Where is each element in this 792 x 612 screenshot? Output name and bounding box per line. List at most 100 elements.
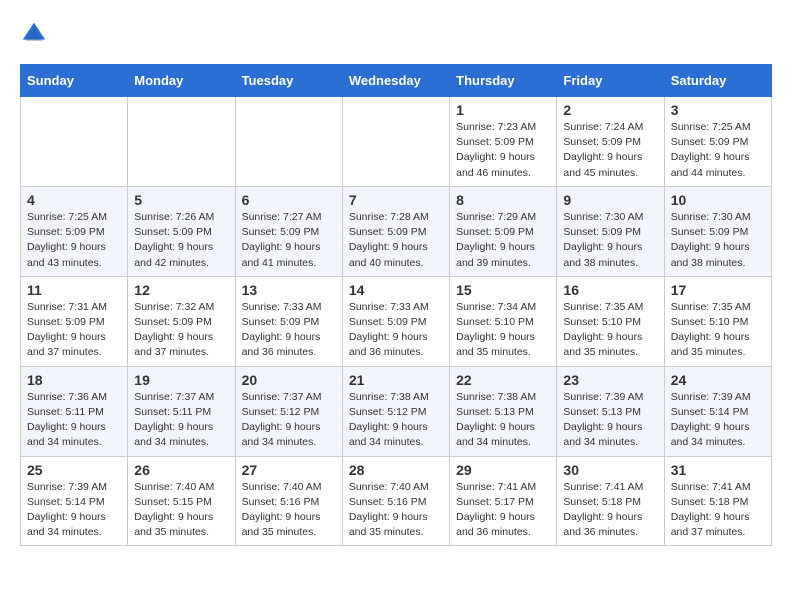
col-header-monday: Monday	[128, 65, 235, 97]
day-number: 20	[242, 372, 336, 388]
day-number: 2	[563, 102, 657, 118]
calendar-cell: 8 Sunrise: 7:29 AMSunset: 5:09 PMDaylight…	[450, 186, 557, 276]
calendar-cell: 9 Sunrise: 7:30 AMSunset: 5:09 PMDaylight…	[557, 186, 664, 276]
calendar-cell: 18 Sunrise: 7:36 AMSunset: 5:11 PMDayligh…	[21, 366, 128, 456]
col-header-sunday: Sunday	[21, 65, 128, 97]
day-number: 22	[456, 372, 550, 388]
day-info: Sunrise: 7:37 AMSunset: 5:11 PMDaylight:…	[134, 390, 228, 451]
calendar-cell: 15 Sunrise: 7:34 AMSunset: 5:10 PMDayligh…	[450, 276, 557, 366]
calendar-cell: 19 Sunrise: 7:37 AMSunset: 5:11 PMDayligh…	[128, 366, 235, 456]
calendar-cell: 16 Sunrise: 7:35 AMSunset: 5:10 PMDayligh…	[557, 276, 664, 366]
calendar-cell	[128, 97, 235, 187]
calendar-cell: 28 Sunrise: 7:40 AMSunset: 5:16 PMDayligh…	[342, 456, 449, 546]
day-number: 4	[27, 192, 121, 208]
day-number: 3	[671, 102, 765, 118]
day-number: 10	[671, 192, 765, 208]
day-info: Sunrise: 7:28 AMSunset: 5:09 PMDaylight:…	[349, 210, 443, 271]
calendar-cell	[235, 97, 342, 187]
day-info: Sunrise: 7:30 AMSunset: 5:09 PMDaylight:…	[671, 210, 765, 271]
day-info: Sunrise: 7:25 AMSunset: 5:09 PMDaylight:…	[27, 210, 121, 271]
day-number: 13	[242, 282, 336, 298]
day-info: Sunrise: 7:26 AMSunset: 5:09 PMDaylight:…	[134, 210, 228, 271]
col-header-friday: Friday	[557, 65, 664, 97]
day-number: 31	[671, 462, 765, 478]
day-number: 17	[671, 282, 765, 298]
day-number: 25	[27, 462, 121, 478]
calendar-cell: 20Sunrise: 7:37 AMSunset: 5:12 PMDayligh…	[235, 366, 342, 456]
day-info: Sunrise: 7:34 AMSunset: 5:10 PMDaylight:…	[456, 300, 550, 361]
day-info: Sunrise: 7:33 AMSunset: 5:09 PMDaylight:…	[242, 300, 336, 361]
calendar-cell: 7 Sunrise: 7:28 AMSunset: 5:09 PMDaylight…	[342, 186, 449, 276]
calendar-week-row: 18 Sunrise: 7:36 AMSunset: 5:11 PMDayligh…	[21, 366, 772, 456]
day-info: Sunrise: 7:24 AMSunset: 5:09 PMDaylight:…	[563, 120, 657, 181]
day-number: 12	[134, 282, 228, 298]
day-number: 9	[563, 192, 657, 208]
calendar-header-row: SundayMondayTuesdayWednesdayThursdayFrid…	[21, 65, 772, 97]
day-info: Sunrise: 7:29 AMSunset: 5:09 PMDaylight:…	[456, 210, 550, 271]
day-number: 30	[563, 462, 657, 478]
day-info: Sunrise: 7:39 AMSunset: 5:13 PMDaylight:…	[563, 390, 657, 451]
col-header-tuesday: Tuesday	[235, 65, 342, 97]
page-header	[20, 20, 772, 48]
day-info: Sunrise: 7:41 AMSunset: 5:18 PMDaylight:…	[671, 480, 765, 541]
calendar-week-row: 1 Sunrise: 7:23 AMSunset: 5:09 PMDaylight…	[21, 97, 772, 187]
calendar-cell: 12 Sunrise: 7:32 AMSunset: 5:09 PMDayligh…	[128, 276, 235, 366]
day-number: 23	[563, 372, 657, 388]
day-number: 24	[671, 372, 765, 388]
day-number: 6	[242, 192, 336, 208]
calendar-cell: 5 Sunrise: 7:26 AMSunset: 5:09 PMDaylight…	[128, 186, 235, 276]
calendar-cell: 31 Sunrise: 7:41 AMSunset: 5:18 PMDayligh…	[664, 456, 771, 546]
calendar-cell: 2 Sunrise: 7:24 AMSunset: 5:09 PMDaylight…	[557, 97, 664, 187]
calendar-cell: 24Sunrise: 7:39 AMSunset: 5:14 PMDayligh…	[664, 366, 771, 456]
calendar-week-row: 11 Sunrise: 7:31 AMSunset: 5:09 PMDayligh…	[21, 276, 772, 366]
col-header-wednesday: Wednesday	[342, 65, 449, 97]
logo-icon	[20, 20, 48, 48]
day-number: 16	[563, 282, 657, 298]
day-info: Sunrise: 7:38 AMSunset: 5:13 PMDaylight:…	[456, 390, 550, 451]
day-info: Sunrise: 7:39 AMSunset: 5:14 PMDaylight:…	[27, 480, 121, 541]
day-number: 5	[134, 192, 228, 208]
day-number: 19	[134, 372, 228, 388]
day-info: Sunrise: 7:40 AMSunset: 5:16 PMDaylight:…	[349, 480, 443, 541]
day-info: Sunrise: 7:36 AMSunset: 5:11 PMDaylight:…	[27, 390, 121, 451]
day-number: 28	[349, 462, 443, 478]
calendar-cell: 25 Sunrise: 7:39 AMSunset: 5:14 PMDayligh…	[21, 456, 128, 546]
day-number: 27	[242, 462, 336, 478]
day-info: Sunrise: 7:35 AMSunset: 5:10 PMDaylight:…	[563, 300, 657, 361]
day-number: 18	[27, 372, 121, 388]
calendar-cell	[342, 97, 449, 187]
calendar-cell: 21Sunrise: 7:38 AMSunset: 5:12 PMDayligh…	[342, 366, 449, 456]
day-info: Sunrise: 7:32 AMSunset: 5:09 PMDaylight:…	[134, 300, 228, 361]
calendar-cell	[21, 97, 128, 187]
col-header-thursday: Thursday	[450, 65, 557, 97]
day-info: Sunrise: 7:31 AMSunset: 5:09 PMDaylight:…	[27, 300, 121, 361]
day-number: 21	[349, 372, 443, 388]
day-info: Sunrise: 7:23 AMSunset: 5:09 PMDaylight:…	[456, 120, 550, 181]
col-header-saturday: Saturday	[664, 65, 771, 97]
calendar-cell: 23 Sunrise: 7:39 AMSunset: 5:13 PMDayligh…	[557, 366, 664, 456]
calendar-week-row: 25 Sunrise: 7:39 AMSunset: 5:14 PMDayligh…	[21, 456, 772, 546]
day-number: 15	[456, 282, 550, 298]
day-number: 7	[349, 192, 443, 208]
calendar-cell: 3 Sunrise: 7:25 AMSunset: 5:09 PMDaylight…	[664, 97, 771, 187]
day-number: 11	[27, 282, 121, 298]
calendar-cell: 11 Sunrise: 7:31 AMSunset: 5:09 PMDayligh…	[21, 276, 128, 366]
day-number: 8	[456, 192, 550, 208]
calendar-cell: 10 Sunrise: 7:30 AMSunset: 5:09 PMDayligh…	[664, 186, 771, 276]
day-number: 14	[349, 282, 443, 298]
calendar-cell: 29Sunrise: 7:41 AMSunset: 5:17 PMDayligh…	[450, 456, 557, 546]
calendar-cell: 17 Sunrise: 7:35 AMSunset: 5:10 PMDayligh…	[664, 276, 771, 366]
calendar-cell: 27Sunrise: 7:40 AMSunset: 5:16 PMDayligh…	[235, 456, 342, 546]
day-info: Sunrise: 7:27 AMSunset: 5:09 PMDaylight:…	[242, 210, 336, 271]
day-info: Sunrise: 7:25 AMSunset: 5:09 PMDaylight:…	[671, 120, 765, 181]
calendar-cell: 22 Sunrise: 7:38 AMSunset: 5:13 PMDayligh…	[450, 366, 557, 456]
day-info: Sunrise: 7:35 AMSunset: 5:10 PMDaylight:…	[671, 300, 765, 361]
calendar-week-row: 4 Sunrise: 7:25 AMSunset: 5:09 PMDaylight…	[21, 186, 772, 276]
day-number: 29	[456, 462, 550, 478]
day-info: Sunrise: 7:41 AMSunset: 5:18 PMDaylight:…	[563, 480, 657, 541]
calendar-cell: 4 Sunrise: 7:25 AMSunset: 5:09 PMDaylight…	[21, 186, 128, 276]
day-number: 1	[456, 102, 550, 118]
logo	[20, 20, 52, 48]
day-info: Sunrise: 7:30 AMSunset: 5:09 PMDaylight:…	[563, 210, 657, 271]
day-info: Sunrise: 7:33 AMSunset: 5:09 PMDaylight:…	[349, 300, 443, 361]
